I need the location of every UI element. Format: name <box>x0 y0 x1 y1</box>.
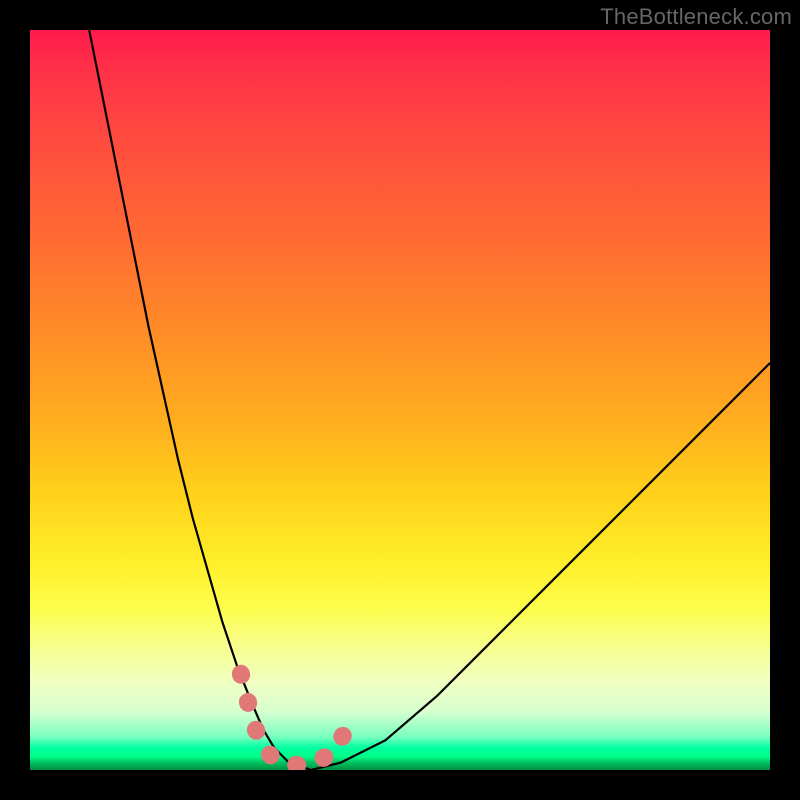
curve-svg <box>30 30 770 770</box>
chart-frame: TheBottleneck.com <box>0 0 800 800</box>
plot-area <box>30 30 770 770</box>
dip-marker <box>241 674 352 766</box>
watermark-text: TheBottleneck.com <box>600 4 792 30</box>
bottleneck-curve <box>89 30 770 770</box>
